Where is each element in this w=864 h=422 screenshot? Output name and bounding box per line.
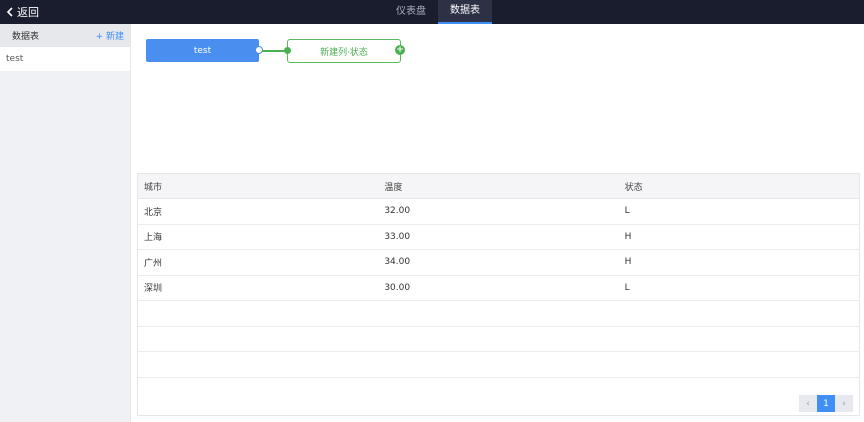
table-cell: 上海 — [144, 233, 163, 244]
table-cell: 30.00 — [384, 282, 411, 293]
table-row: 北京 32.00 L — [138, 199, 859, 225]
table-cell: 广州 — [144, 258, 163, 269]
chevron-left-icon — [6, 7, 13, 17]
table-cell: 32.00 — [384, 206, 411, 217]
data-table: 城市 温度 状态 北京 32.00 L 上海 33.00 H 广州 34.00 … — [137, 173, 860, 416]
target-node-label: 新建列·状态 — [320, 47, 368, 58]
table-row-empty — [138, 352, 859, 378]
table-cell: 33.00 — [384, 231, 411, 242]
sidebar: 数据表 + 新建 test — [0, 24, 131, 422]
source-node-label: test — [193, 45, 212, 56]
flow-canvas: test 新建列·状态 + — [131, 24, 864, 172]
column-header-status[interactable]: 状态 — [619, 174, 859, 198]
new-table-button[interactable]: + 新建 — [96, 29, 124, 42]
table-cell: 34.00 — [384, 257, 411, 268]
input-port[interactable] — [284, 47, 291, 54]
table-row-empty — [138, 327, 859, 352]
table-cell: H — [624, 257, 632, 268]
next-page-button[interactable]: › — [835, 395, 853, 412]
top-bar: 返回 仪表盘 数据表 — [0, 0, 864, 24]
tab-dashboard[interactable]: 仪表盘 — [384, 0, 438, 24]
table-header: 城市 温度 状态 — [138, 174, 859, 199]
pagination: ‹ 1 › — [799, 395, 853, 412]
table-row: 深圳 30.00 L — [138, 276, 859, 301]
column-header-city[interactable]: 城市 — [138, 174, 378, 198]
table-cell: L — [624, 206, 630, 217]
table-row: 广州 34.00 H — [138, 250, 859, 276]
prev-page-button[interactable]: ‹ — [799, 395, 817, 412]
sidebar-header: 数据表 + 新建 — [0, 24, 130, 47]
column-header-temperature[interactable]: 温度 — [378, 174, 618, 198]
add-node-button[interactable]: + — [395, 45, 405, 55]
table-cell: H — [624, 231, 632, 242]
back-button[interactable]: 返回 — [6, 0, 39, 24]
page-1-button[interactable]: 1 — [817, 395, 835, 412]
table-cell: 深圳 — [144, 284, 163, 295]
table-row: 上海 33.00 H — [138, 225, 859, 250]
sidebar-item-test[interactable]: test — [0, 47, 130, 71]
main-tabs: 仪表盘 数据表 — [384, 0, 492, 24]
source-node[interactable]: test — [146, 39, 263, 62]
table-cell: L — [624, 282, 630, 293]
tab-datatable[interactable]: 数据表 — [438, 0, 492, 24]
target-node[interactable]: 新建列·状态 + — [284, 39, 405, 63]
table-cell: 北京 — [144, 207, 163, 218]
back-label: 返回 — [17, 6, 39, 19]
table-row-empty — [138, 301, 859, 327]
sidebar-title: 数据表 — [12, 32, 40, 42]
